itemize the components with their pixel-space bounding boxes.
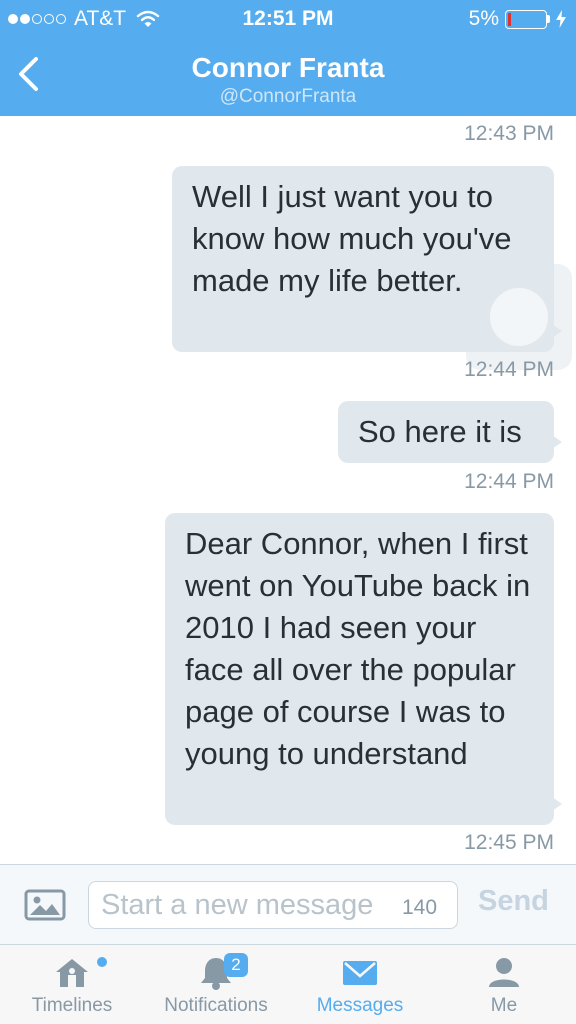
tab-bar: Timelines 2 Notifications Messages Me — [0, 944, 576, 1024]
tab-label: Me — [490, 995, 518, 1016]
battery-icon — [505, 9, 547, 29]
envelope-icon — [343, 961, 377, 985]
message-composer: 140 Send — [0, 864, 576, 944]
message-timestamp: 12:43 PM — [464, 122, 554, 145]
message-timestamp: 12:45 PM — [464, 831, 554, 854]
conversation-handle: @ConnorFranta — [219, 86, 357, 107]
tab-me[interactable]: Me — [432, 945, 576, 1024]
person-icon — [489, 958, 519, 987]
new-content-dot — [97, 957, 107, 967]
send-button[interactable]: Send — [478, 885, 549, 918]
home-icon — [56, 959, 88, 987]
tab-label: Notifications — [164, 995, 268, 1016]
character-count: 140 — [402, 896, 438, 919]
message-timestamp: 12:44 PM — [464, 358, 554, 381]
overlay-ghost-icon — [466, 264, 572, 370]
nav-header: AT&T 12:51 PM 5% Connor Franta @ConnorFr… — [0, 0, 576, 116]
tab-label: Timelines — [31, 995, 113, 1016]
tab-timelines[interactable]: Timelines — [0, 945, 144, 1024]
tab-messages[interactable]: Messages — [288, 945, 432, 1024]
conversation-title: Connor Franta — [191, 52, 385, 83]
status-bar: AT&T 12:51 PM 5% — [0, 0, 576, 38]
tab-notifications[interactable]: 2 Notifications — [144, 945, 288, 1024]
message-thread[interactable]: 12:43 PM Well I just want you to know ho… — [0, 116, 576, 864]
status-right: 5% — [469, 7, 566, 31]
message-bubble[interactable]: So here it is — [338, 401, 562, 463]
message-text: So here it is — [358, 414, 522, 449]
message-text: Well I just want you to know how much yo… — [192, 179, 512, 298]
photo-icon[interactable] — [24, 889, 66, 921]
message-text: Dear Connor, when I first went on YouTub… — [185, 526, 531, 771]
tab-label: Messages — [316, 995, 404, 1016]
notifications-badge: 2 — [224, 953, 248, 977]
message-bubble[interactable]: Dear Connor, when I first went on YouTub… — [165, 513, 562, 825]
battery-percent: 5% — [468, 7, 499, 30]
charging-bolt-icon — [556, 10, 566, 28]
message-timestamp: 12:44 PM — [464, 470, 554, 493]
